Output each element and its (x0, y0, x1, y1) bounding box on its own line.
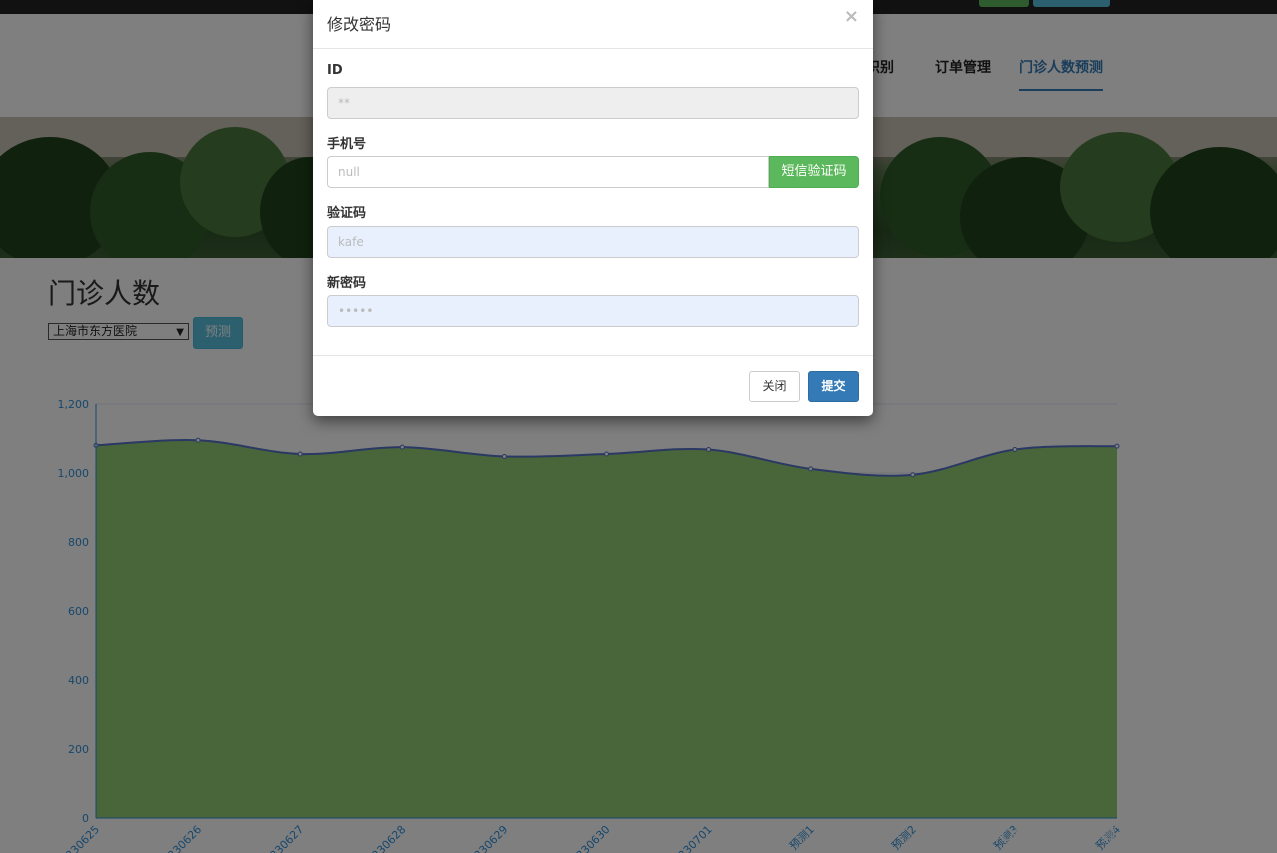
modal-header: 修改密码 × (313, 0, 873, 49)
verification-code-field[interactable]: kafe (327, 226, 859, 258)
close-button[interactable]: 关闭 (749, 371, 800, 402)
id-field[interactable]: ** (327, 87, 859, 119)
new-password-label: 新密码 (327, 276, 367, 291)
change-password-modal: 修改密码 × ID ** 手机号 null 短信验证码 验证码 kafe 新密码… (313, 0, 873, 416)
phone-field[interactable]: null (327, 156, 769, 188)
code-label: 验证码 (327, 206, 367, 221)
modal-footer: 关闭 提交 (313, 355, 873, 416)
id-label: ID (327, 63, 343, 78)
send-sms-code-button[interactable]: 短信验证码 (769, 156, 859, 188)
phone-label: 手机号 (327, 137, 367, 152)
modal-title: 修改密码 (327, 15, 392, 34)
submit-button[interactable]: 提交 (808, 371, 859, 402)
new-password-field[interactable]: ••••• (327, 295, 859, 327)
close-icon[interactable]: × (844, 6, 859, 27)
